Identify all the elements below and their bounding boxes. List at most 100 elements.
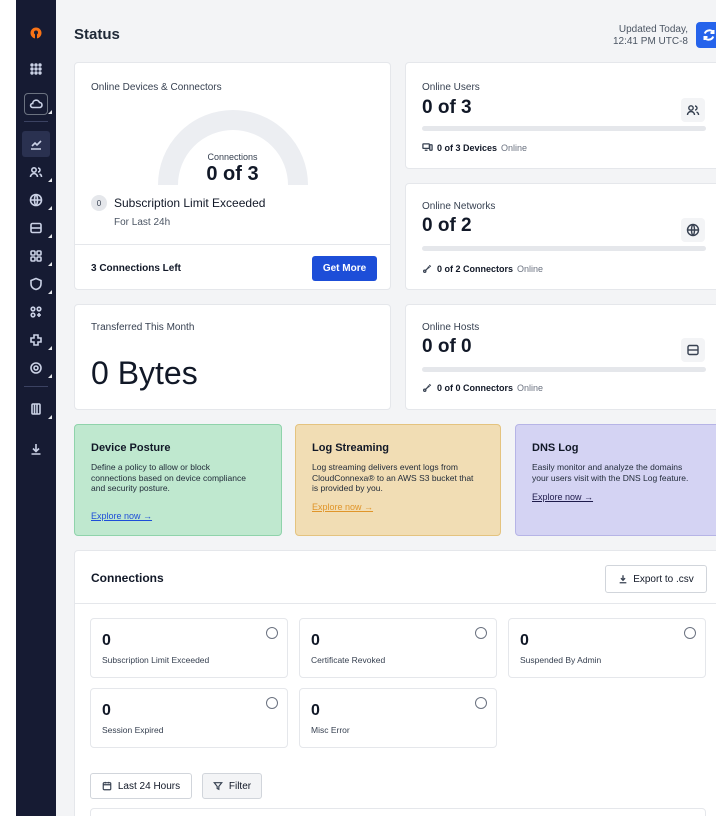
window-edge [0, 0, 16, 816]
updated-label: Updated Today, [618, 24, 688, 35]
server-icon[interactable] [16, 215, 56, 241]
stat-card-subscription-limit[interactable]: 0 Subscription Limit Exceeded [90, 618, 288, 678]
card-title: Online Networks [422, 201, 496, 212]
hosts-value: 0 of 0 [422, 336, 472, 357]
promo-desc-line: your users visit with the DNS Log featur… [532, 472, 689, 483]
connector-icon [423, 264, 432, 273]
connections-table [90, 808, 706, 816]
users-meta: 0 of 3 Devices Online [422, 142, 527, 153]
stat-label: Misc Error [311, 725, 350, 735]
promo-description: Define a policy to allow or block connec… [91, 462, 246, 494]
stat-label: Session Expired [102, 725, 164, 735]
stat-card-suspended-by-admin[interactable]: 0 Suspended By Admin [508, 618, 706, 678]
connections-section: Connections Export to .csv 0 Subscriptio… [74, 550, 716, 816]
refresh-button[interactable] [696, 22, 716, 48]
stat-radio[interactable] [475, 627, 487, 639]
period-text: For Last 24h [114, 217, 171, 228]
get-more-button[interactable]: Get More [312, 256, 377, 281]
stat-card-misc-error[interactable]: 0 Misc Error [299, 688, 497, 748]
promo-desc-line: Define a policy to allow or block [91, 462, 211, 472]
sidebar-divider [24, 121, 48, 122]
limit-exceeded-text: Subscription Limit Exceeded [114, 196, 266, 210]
networks-value: 0 of 2 [422, 215, 472, 236]
chart-icon[interactable] [22, 131, 50, 157]
date-range-button[interactable]: Last 24 Hours [90, 773, 192, 799]
stat-radio[interactable] [475, 697, 487, 709]
group-icon[interactable] [16, 299, 56, 325]
explore-now-link[interactable]: Explore now → [312, 502, 373, 512]
stat-radio[interactable] [266, 697, 278, 709]
calendar-icon [102, 781, 112, 791]
stat-label: Certificate Revoked [311, 655, 386, 665]
stat-radio[interactable] [684, 627, 696, 639]
transferred-card: Transferred This Month 0 Bytes [74, 304, 391, 410]
stat-value: 0 [311, 702, 320, 719]
globe-icon [681, 218, 705, 242]
logo-icon[interactable] [16, 21, 56, 47]
promo-desc-line: CloudConnexa® to an AWS S3 bucket that [312, 472, 474, 483]
stat-value: 0 [311, 632, 320, 649]
dns-log-card: DNS Log Easily monitor and analyze the d… [515, 424, 716, 536]
book-icon[interactable] [16, 396, 56, 422]
stat-card-session-expired[interactable]: 0 Session Expired [90, 688, 288, 748]
apps-icon[interactable] [16, 243, 56, 269]
status-badge: 0 [91, 195, 107, 211]
export-label: Export to .csv [633, 573, 694, 585]
hosts-meta: 0 of 0 Connectors Online [422, 382, 543, 393]
users-icon [681, 98, 705, 122]
server-icon [681, 338, 705, 362]
puzzle-icon[interactable] [16, 327, 56, 353]
promo-description: Log streaming delivers event logs from C… [312, 462, 473, 494]
users-icon[interactable] [16, 159, 56, 185]
download-icon[interactable] [16, 436, 56, 462]
users-progress [422, 126, 706, 131]
section-divider [75, 603, 716, 604]
transfer-value: 0 Bytes [91, 355, 198, 391]
date-range-label: Last 24 Hours [117, 780, 181, 792]
stat-card-certificate-revoked[interactable]: 0 Certificate Revoked [299, 618, 497, 678]
hosts-meta-count: 0 of 0 Connectors [437, 382, 514, 393]
promo-desc-line: Log streaming delivers event logs from [312, 462, 458, 472]
gauge-label: Connections [207, 152, 258, 162]
networks-meta-count: 0 of 2 Connectors [437, 263, 514, 274]
networks-meta: 0 of 2 Connectors Online [422, 263, 543, 274]
online-users-card: Online Users 0 of 3 0 of 3 Devices Online [405, 62, 716, 169]
sidebar-divider [24, 386, 48, 387]
online-hosts-card: Online Hosts 0 of 0 0 of 0 Connectors Onl… [405, 304, 716, 410]
devices-icon [422, 143, 433, 151]
filter-icon [212, 782, 223, 791]
cloud-icon[interactable] [16, 91, 56, 117]
card-title: Transferred This Month [91, 322, 195, 333]
card-title: Online Hosts [422, 322, 480, 333]
globe-icon[interactable] [16, 187, 56, 213]
stat-label: Subscription Limit Exceeded [102, 655, 210, 665]
log-streaming-card: Log Streaming Log streaming delivers eve… [295, 424, 501, 536]
hosts-progress [422, 367, 706, 372]
gauge-value: 0 of 3 [206, 163, 259, 185]
explore-now-link[interactable]: Explore now → [91, 511, 152, 521]
explore-now-link[interactable]: Explore now → [532, 492, 593, 502]
card-title: Online Users [422, 82, 480, 93]
connections-left: 3 Connections Left [91, 263, 182, 274]
stat-radio[interactable] [266, 627, 278, 639]
connector-icon [423, 383, 432, 392]
promo-title: Log Streaming [312, 442, 390, 454]
settings-icon[interactable] [16, 355, 56, 381]
shield-icon[interactable] [16, 271, 56, 297]
grid-icon[interactable] [16, 56, 56, 82]
promo-title: DNS Log [532, 442, 579, 454]
devices-connectors-card: Online Devices & Connectors Connections … [74, 62, 391, 290]
filter-button[interactable]: Filter [202, 773, 262, 799]
promo-desc-line: connections based on device compliance [91, 472, 246, 483]
online-networks-card: Online Networks 0 of 2 0 of 2 Connectors… [405, 183, 716, 290]
users-meta-count: 0 of 3 Devices [437, 142, 498, 153]
updated-time: 12:41 PM UTC-8 [612, 36, 688, 47]
hosts-meta-status: Online [517, 382, 544, 393]
stat-label: Suspended By Admin [520, 655, 602, 665]
export-csv-button[interactable]: Export to .csv [605, 565, 707, 593]
networks-meta-status: Online [517, 263, 544, 274]
sidebar [16, 0, 56, 816]
stat-value: 0 [102, 632, 111, 649]
page-title: Status [74, 26, 120, 43]
promo-desc-line: and security posture. [91, 483, 170, 493]
